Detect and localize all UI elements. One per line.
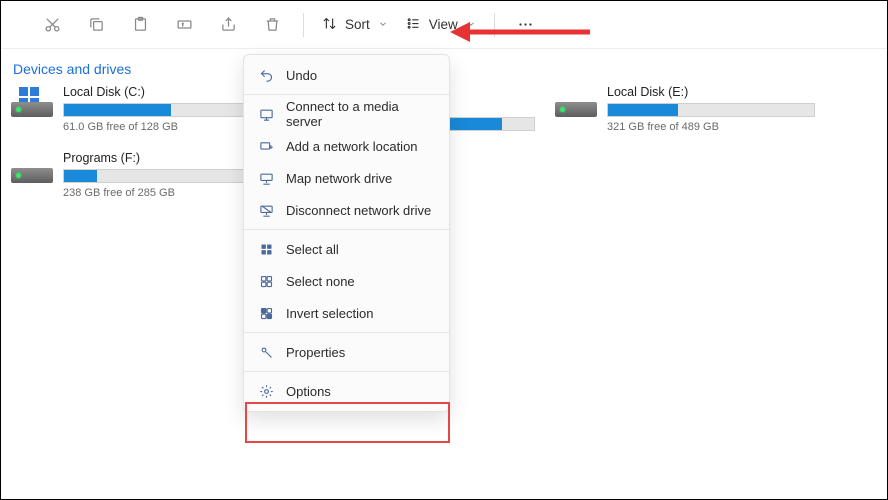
toolbar-divider (303, 13, 304, 37)
drive-name: Programs (F:) (63, 151, 271, 165)
copy-button[interactable] (75, 8, 117, 42)
menu-label: Options (286, 384, 331, 399)
toolbar: Sort View (1, 1, 887, 49)
sort-icon (322, 16, 337, 34)
drive-item[interactable]: Local Disk (E:) 321 GB free of 489 GB (555, 85, 815, 133)
undo-icon (258, 67, 274, 83)
drive-bar (63, 103, 271, 117)
select-none-icon (258, 273, 274, 289)
menu-label: Undo (286, 68, 317, 83)
drive-fill (64, 104, 171, 116)
drive-status: 61.0 GB free of 128 GB (63, 121, 271, 133)
drive-item[interactable]: Local Disk (C:) 61.0 GB free of 128 GB (11, 85, 271, 133)
menu-undo[interactable]: Undo (244, 59, 449, 91)
drive-icon (555, 87, 597, 117)
drive-name: Local Disk (E:) (607, 85, 815, 99)
drive-icon (11, 87, 53, 117)
menu-label: Map network drive (286, 171, 392, 186)
add-network-icon (258, 138, 274, 154)
drive-name: Local Disk (C:) (63, 85, 271, 99)
drive-info: Local Disk (C:) 61.0 GB free of 128 GB (63, 85, 271, 133)
properties-icon (258, 344, 274, 360)
sort-button[interactable]: Sort (314, 8, 396, 42)
menu-label: Disconnect network drive (286, 203, 431, 218)
cut-button[interactable] (31, 8, 73, 42)
menu-connect-media[interactable]: Connect to a media server (244, 98, 449, 130)
menu-label: Properties (286, 345, 345, 360)
view-icon (406, 16, 421, 34)
drive-status: 238 GB free of 285 GB (63, 187, 271, 199)
drive-fill (64, 170, 97, 182)
menu-label: Connect to a media server (286, 99, 435, 129)
map-drive-icon (258, 170, 274, 186)
select-all-icon (258, 241, 274, 257)
context-menu: Undo Connect to a media server Add a net… (243, 54, 450, 412)
rename-button[interactable] (163, 8, 205, 42)
menu-options[interactable]: Options (244, 375, 449, 407)
paste-button[interactable] (119, 8, 161, 42)
drive-bar (63, 169, 271, 183)
menu-label: Select none (286, 274, 355, 289)
menu-separator (244, 229, 449, 230)
delete-button[interactable] (251, 8, 293, 42)
view-button[interactable]: View (398, 8, 484, 42)
menu-properties[interactable]: Properties (244, 336, 449, 368)
media-server-icon (258, 106, 274, 122)
menu-separator (244, 371, 449, 372)
drive-info: Programs (F:) 238 GB free of 285 GB (63, 151, 271, 199)
menu-add-network-location[interactable]: Add a network location (244, 130, 449, 162)
toolbar-divider (494, 13, 495, 37)
share-button[interactable] (207, 8, 249, 42)
view-label: View (429, 17, 458, 32)
invert-selection-icon (258, 305, 274, 321)
menu-select-none[interactable]: Select none (244, 265, 449, 297)
options-icon (258, 383, 274, 399)
menu-label: Invert selection (286, 306, 373, 321)
menu-separator (244, 94, 449, 95)
drive-icon (11, 153, 53, 183)
drive-status: 321 GB free of 489 GB (607, 121, 815, 133)
sort-label: Sort (345, 17, 370, 32)
menu-disconnect-network-drive[interactable]: Disconnect network drive (244, 194, 449, 226)
menu-map-network-drive[interactable]: Map network drive (244, 162, 449, 194)
menu-label: Add a network location (286, 139, 418, 154)
drive-item[interactable]: Programs (F:) 238 GB free of 285 GB (11, 151, 271, 199)
chevron-down-icon (378, 17, 388, 32)
more-button[interactable] (505, 8, 547, 42)
drive-bar (607, 103, 815, 117)
drive-fill (608, 104, 678, 116)
menu-select-all[interactable]: Select all (244, 233, 449, 265)
chevron-down-icon (466, 17, 476, 32)
disconnect-drive-icon (258, 202, 274, 218)
drive-info: Local Disk (E:) 321 GB free of 489 GB (607, 85, 815, 133)
menu-separator (244, 332, 449, 333)
menu-invert-selection[interactable]: Invert selection (244, 297, 449, 329)
menu-label: Select all (286, 242, 339, 257)
